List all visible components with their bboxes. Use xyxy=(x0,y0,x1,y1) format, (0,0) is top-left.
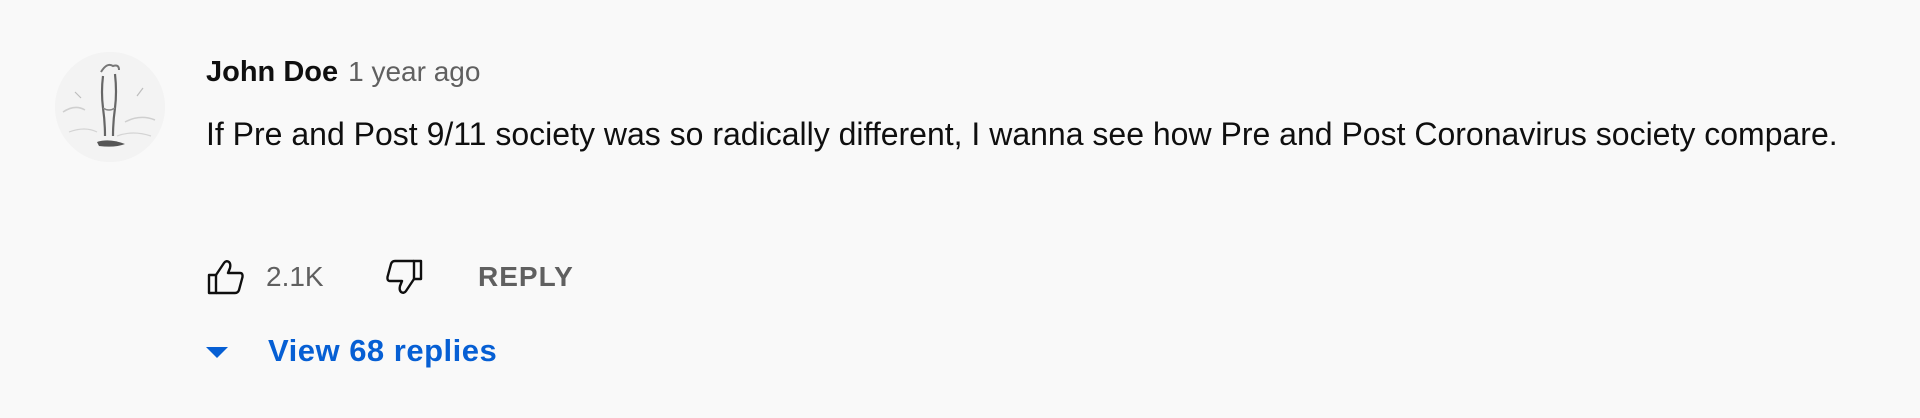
comment-thread: John Doe 1 year ago If Pre and Post 9/11… xyxy=(0,0,1920,418)
thumbs-down-icon xyxy=(386,259,423,294)
dislike-button[interactable] xyxy=(384,257,424,297)
reply-button[interactable]: REPLY xyxy=(478,261,574,293)
like-button[interactable] xyxy=(206,257,246,297)
comment-body: John Doe 1 year ago If Pre and Post 9/11… xyxy=(206,56,1860,160)
comment-text: If Pre and Post 9/11 society was so radi… xyxy=(206,116,1838,152)
comment-author[interactable]: John Doe xyxy=(206,56,338,89)
view-replies-label: View 68 replies xyxy=(268,333,498,368)
comment-timestamp[interactable]: 1 year ago xyxy=(348,56,480,88)
comment-header: John Doe 1 year ago xyxy=(206,56,1860,104)
comment-action-toolbar: 2.1K REPLY xyxy=(206,252,574,302)
view-replies-button[interactable]: View 68 replies xyxy=(204,326,497,376)
like-count: 2.1K xyxy=(266,261,324,292)
avatar[interactable] xyxy=(55,52,165,162)
caret-down-icon xyxy=(206,346,228,358)
thumbs-up-icon xyxy=(207,260,244,295)
user-avatar-sketch-icon xyxy=(55,52,165,162)
